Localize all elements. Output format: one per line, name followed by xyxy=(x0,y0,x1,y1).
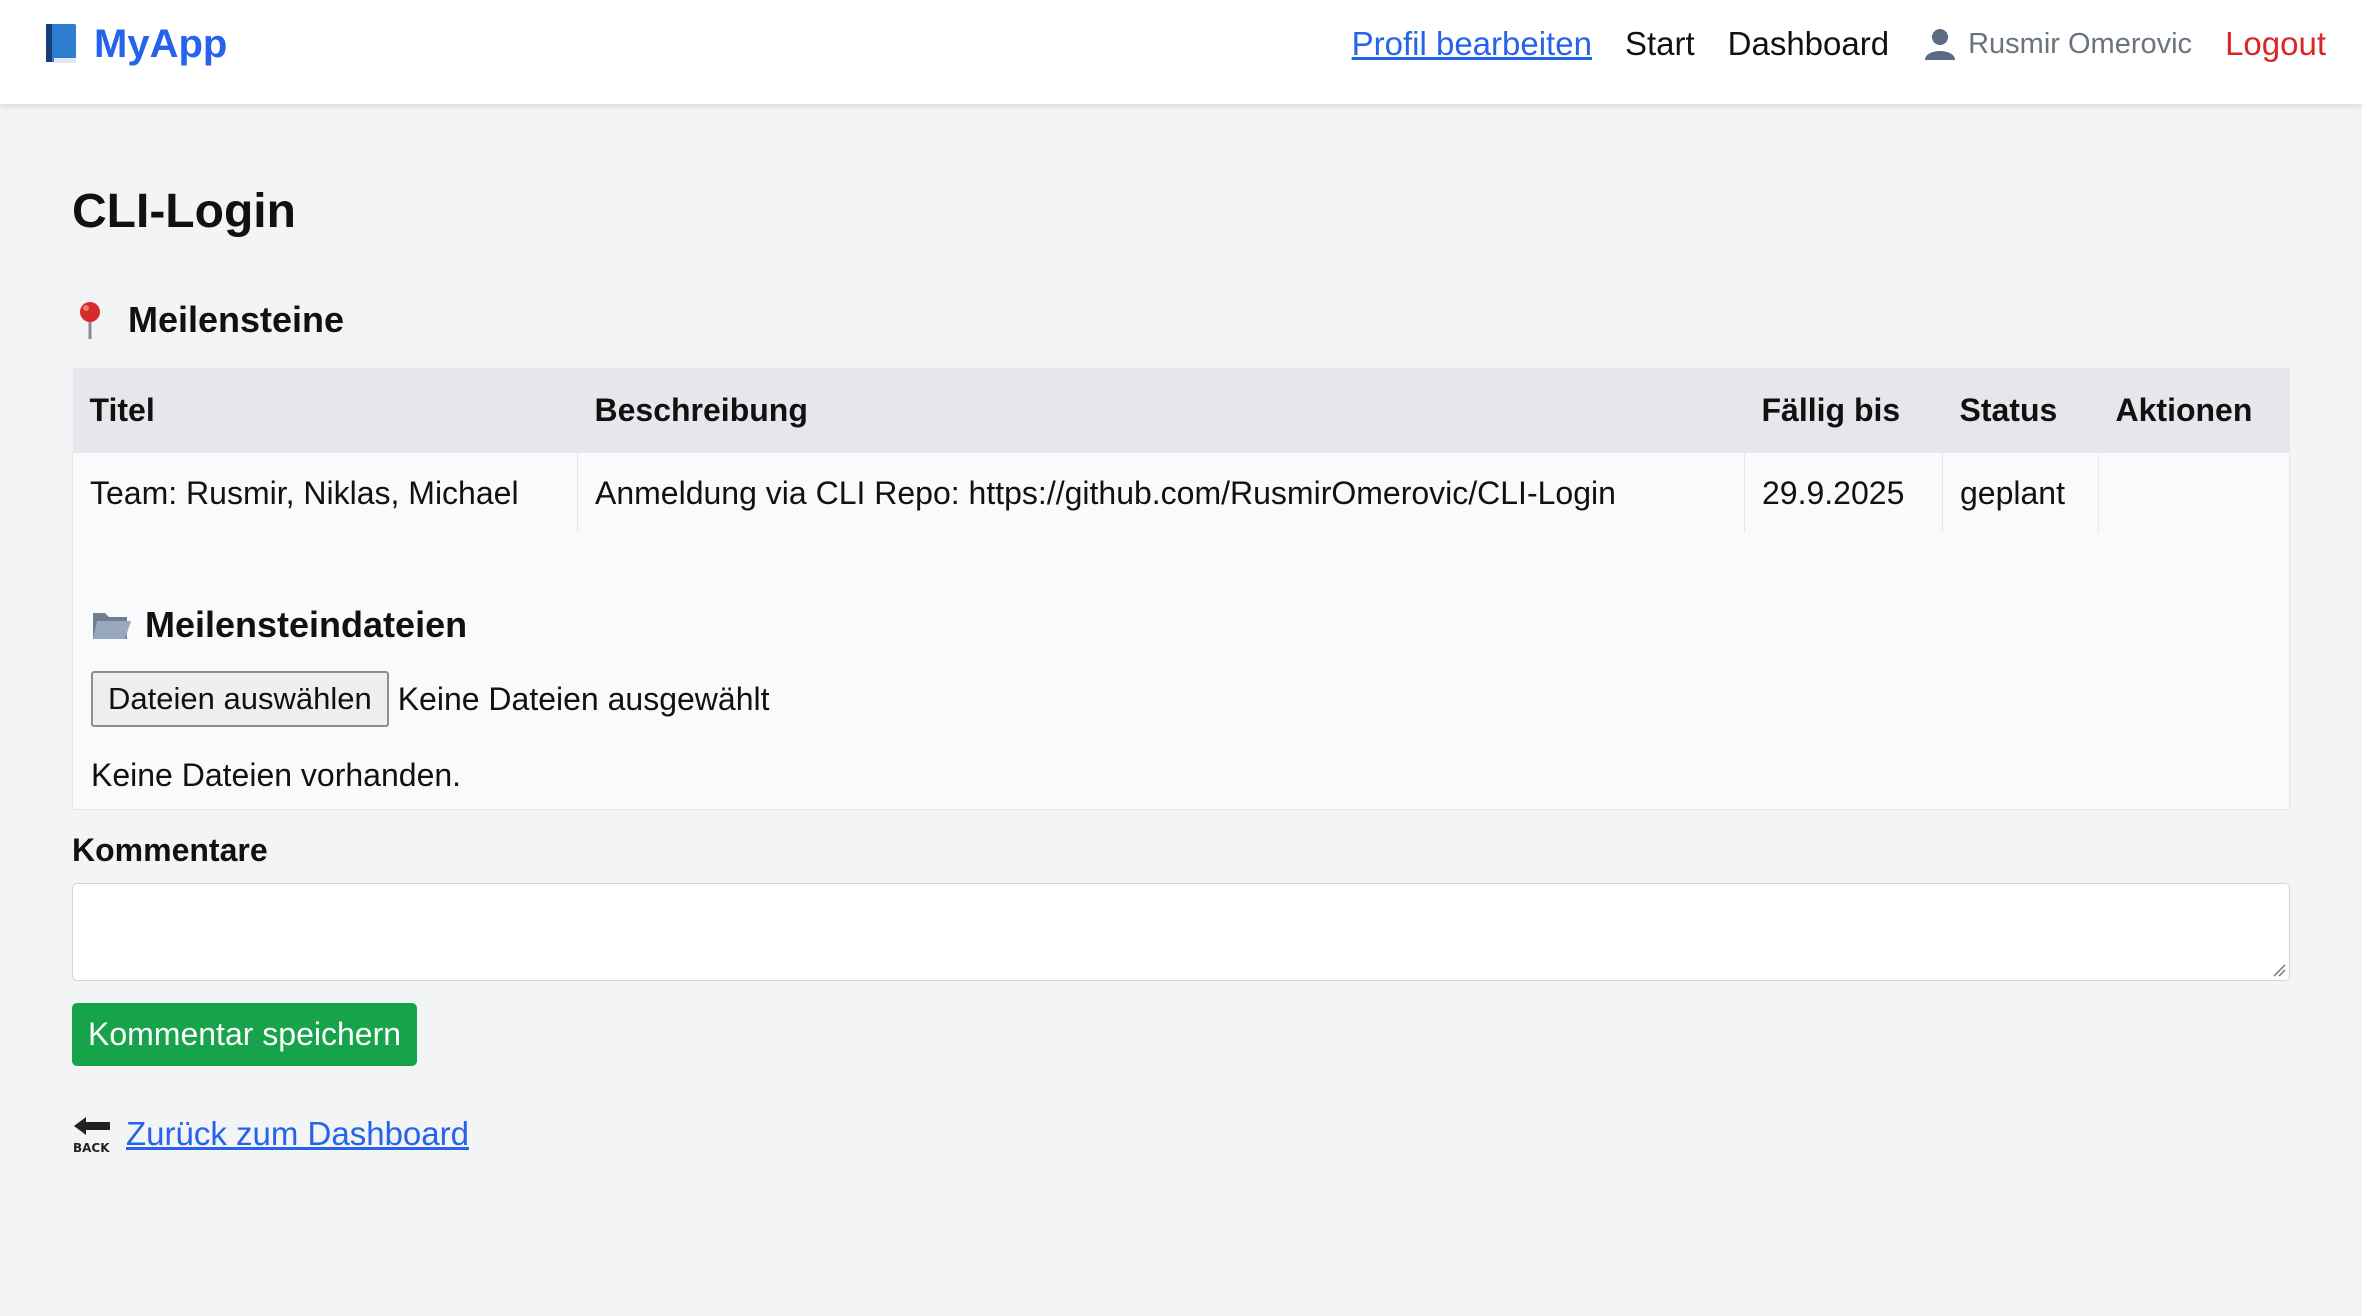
save-comment-button[interactable]: Kommentar speichern xyxy=(72,1003,418,1066)
nav-link-profile[interactable]: Profil bearbeiten xyxy=(1352,25,1592,63)
book-icon xyxy=(44,22,80,66)
brand-link[interactable]: MyApp xyxy=(44,18,227,70)
column-header-beschreibung: Beschreibung xyxy=(577,368,1745,453)
column-header-faellig: Fällig bis xyxy=(1744,368,1943,453)
choose-files-button[interactable]: Dateien auswählen xyxy=(91,671,389,727)
nav-link-dashboard[interactable]: Dashboard xyxy=(1728,25,1889,63)
table-header-row: Titel Beschreibung Fällig bis Status Akt… xyxy=(72,368,2290,453)
nav-link-start[interactable]: Start xyxy=(1625,25,1695,63)
cell-beschreibung: Anmeldung via CLI Repo: https://github.c… xyxy=(577,452,1745,535)
back-link-text: Zurück zum Dashboard xyxy=(126,1115,469,1152)
nav-user: Rusmir Omerovic xyxy=(1922,26,2192,62)
no-files-message: Keine Dateien vorhanden. xyxy=(91,757,462,793)
files-heading: Meilensteindateien xyxy=(91,607,467,643)
comments-label: Kommentare xyxy=(72,832,268,868)
column-header-titel: Titel xyxy=(72,368,578,453)
svg-text:BACK: BACK xyxy=(73,1141,110,1154)
files-panel: Meilensteindateien Dateien auswählen Kei… xyxy=(72,533,2290,810)
user-name: Rusmir Omerovic xyxy=(1968,27,2193,60)
back-arrow-icon: BACK xyxy=(72,1114,112,1155)
logout-link[interactable]: Logout xyxy=(2225,25,2326,63)
cell-aktionen xyxy=(2098,452,2290,535)
resize-grip-icon[interactable] xyxy=(2272,963,2286,977)
page-title: CLI-Login xyxy=(72,185,296,238)
milestones-heading-text: Meilensteine xyxy=(128,299,345,340)
table-row: Team: Rusmir, Niklas, Michael Anmeldung … xyxy=(72,452,2290,535)
nav-links: Profil bearbeiten Start Dashboard Rusmir… xyxy=(1319,18,2326,70)
navbar: MyApp Profil bearbeiten Start Dashboard … xyxy=(0,0,2362,104)
comment-textarea[interactable] xyxy=(72,883,2290,981)
milestones-table: Titel Beschreibung Fällig bis Status Akt… xyxy=(72,368,2290,535)
files-heading-text: Meilensteindateien xyxy=(145,604,468,645)
cell-titel: Team: Rusmir, Niklas, Michael xyxy=(72,452,578,535)
file-selection-status: Keine Dateien ausgewählt xyxy=(397,680,770,717)
file-input: Dateien auswählen Keine Dateien ausgewäh… xyxy=(91,671,770,727)
brand-name: MyApp xyxy=(94,21,228,66)
column-header-aktionen: Aktionen xyxy=(2098,368,2290,453)
user-icon xyxy=(1922,26,1958,62)
folder-icon xyxy=(91,607,131,643)
pushpin-icon xyxy=(72,300,108,340)
column-header-status: Status xyxy=(1942,368,2099,453)
cell-faellig: 29.9.2025 xyxy=(1744,452,1943,535)
back-to-dashboard-link[interactable]: BACK Zurück zum Dashboard xyxy=(72,1114,469,1155)
milestones-heading: Meilensteine xyxy=(72,300,344,340)
cell-status: geplant xyxy=(1942,452,2099,535)
